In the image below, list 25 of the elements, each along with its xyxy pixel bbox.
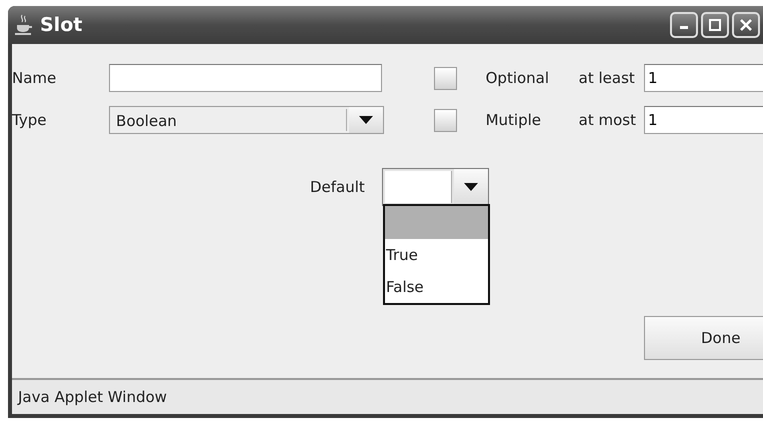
default-dropdown[interactable] [382,168,489,206]
at-least-field[interactable]: 1 [644,64,763,92]
dropdown-arrow-icon [464,183,478,191]
name-field[interactable] [109,64,382,92]
window-title: Slot [40,14,82,36]
close-button[interactable] [732,12,760,38]
done-button[interactable]: Done [644,316,763,360]
optional-checkbox[interactable] [434,66,457,90]
field-label: at least [578,69,636,87]
dropdown-arrow-icon [359,116,374,124]
maximize-button[interactable] [701,12,729,38]
field-label: Type [12,111,48,129]
field-label: Default [310,178,366,196]
field-label: Name [12,69,58,87]
type-dropdown[interactable]: Boolean [109,106,384,134]
close-icon [740,19,752,31]
maximize-icon [709,19,721,31]
checkbox-label: Mutiple [486,111,542,129]
multiple-checkbox[interactable] [434,108,457,132]
field-label: at most [578,111,637,129]
status-bar: Java Applet Window [12,378,763,414]
minimize-button[interactable] [670,12,698,38]
at-most-field[interactable]: 1 [644,106,763,134]
checkbox-label: Optional [486,69,550,87]
coffee-cup-icon [14,14,34,36]
